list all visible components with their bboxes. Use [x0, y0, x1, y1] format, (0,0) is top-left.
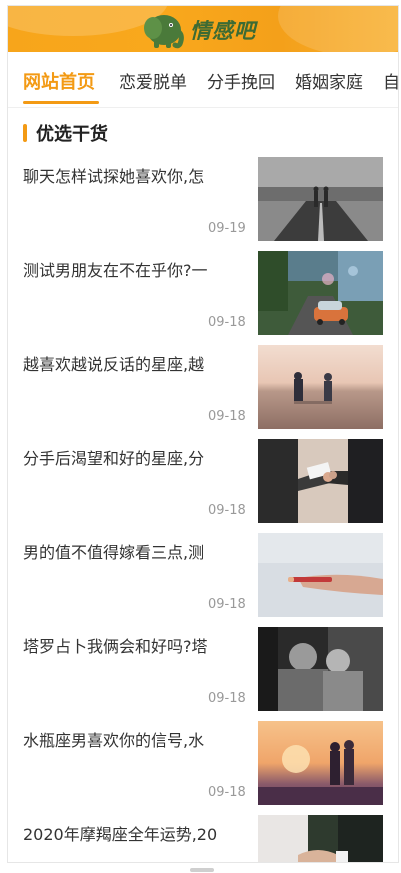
article-title[interactable]: 男的值不值得嫁看三点,测	[23, 539, 248, 563]
article-title[interactable]: 越喜欢越说反话的星座,越	[23, 351, 248, 375]
article-item[interactable]: 分手后渴望和好的星座,分 09-18	[23, 439, 384, 523]
handing-letter-image	[258, 439, 383, 523]
article-thumbnail[interactable]	[258, 533, 383, 617]
article-item[interactable]: 2020年摩羯座全年运势,20	[23, 815, 384, 862]
section-accent-bar	[23, 124, 27, 142]
article-thumbnail[interactable]	[258, 627, 383, 711]
article-title[interactable]: 测试男朋友在不在乎你?一	[23, 257, 248, 281]
article-item[interactable]: 越喜欢越说反话的星座,越 09-18	[23, 345, 384, 429]
article-thumbnail[interactable]	[258, 721, 383, 805]
article-thumbnail[interactable]	[258, 251, 383, 335]
header-bar: 情感吧	[8, 6, 398, 52]
article-thumbnail[interactable]	[258, 345, 383, 429]
logo-text: 情感吧	[190, 19, 256, 43]
couple-sunset-image	[258, 721, 383, 805]
article-thumbnail[interactable]	[258, 439, 383, 523]
tab-more[interactable]: 自	[383, 68, 398, 93]
couple-on-beach-image	[258, 345, 383, 429]
scroll-handle[interactable]	[190, 868, 214, 872]
elephant-icon	[144, 15, 184, 49]
article-title[interactable]: 2020年摩羯座全年运势,20	[23, 821, 248, 845]
tab-marriage[interactable]: 婚姻家庭	[295, 68, 363, 93]
article-date: 09-18	[208, 691, 246, 706]
article-title[interactable]: 聊天怎样试探她喜欢你,怎	[23, 163, 248, 187]
site-logo[interactable]: 情感吧	[140, 10, 270, 50]
section-title: 优选干货	[36, 124, 108, 145]
section-header: 优选干货	[23, 120, 108, 146]
nav-tabs: 网站首页 恋爱脱单 分手挽回 婚姻家庭 自	[8, 52, 398, 108]
couple-black-white-image	[258, 627, 383, 711]
article-title[interactable]: 分手后渴望和好的星座,分	[23, 445, 248, 469]
article-date: 09-18	[208, 503, 246, 518]
article-item[interactable]: 男的值不值得嫁看三点,测 09-18	[23, 533, 384, 617]
active-tab-indicator	[23, 101, 99, 104]
article-thumbnail[interactable]	[258, 157, 383, 241]
couple-on-road-image	[258, 157, 383, 241]
article-title[interactable]: 塔罗占卜我俩会和好吗?塔	[23, 633, 248, 657]
header-decoration	[278, 6, 398, 52]
article-item[interactable]: 塔罗占卜我俩会和好吗?塔 09-18	[23, 627, 384, 711]
article-title[interactable]: 水瓶座男喜欢你的信号,水	[23, 727, 248, 751]
article-date: 09-18	[208, 785, 246, 800]
tab-breakup[interactable]: 分手挽回	[207, 68, 275, 93]
article-date: 09-18	[208, 597, 246, 612]
article-thumbnail[interactable]	[258, 815, 383, 862]
article-date: 09-18	[208, 315, 246, 330]
article-date: 09-19	[208, 221, 246, 236]
tab-home[interactable]: 网站首页	[23, 68, 95, 94]
article-item[interactable]: 聊天怎样试探她喜欢你,怎 09-19	[23, 157, 384, 241]
car-couple-rain-image	[258, 251, 383, 335]
hand-with-cigarette-image	[258, 533, 383, 617]
article-item[interactable]: 测试男朋友在不在乎你?一 09-18	[23, 251, 384, 335]
tab-dating[interactable]: 恋爱脱单	[119, 68, 187, 93]
holding-hands-image	[258, 815, 383, 862]
phone-frame: 情感吧 网站首页 恋爱脱单 分手挽回 婚姻家庭 自 优选干货 聊天怎样试探她喜欢…	[7, 5, 399, 863]
article-date: 09-18	[208, 409, 246, 424]
article-item[interactable]: 水瓶座男喜欢你的信号,水 09-18	[23, 721, 384, 805]
